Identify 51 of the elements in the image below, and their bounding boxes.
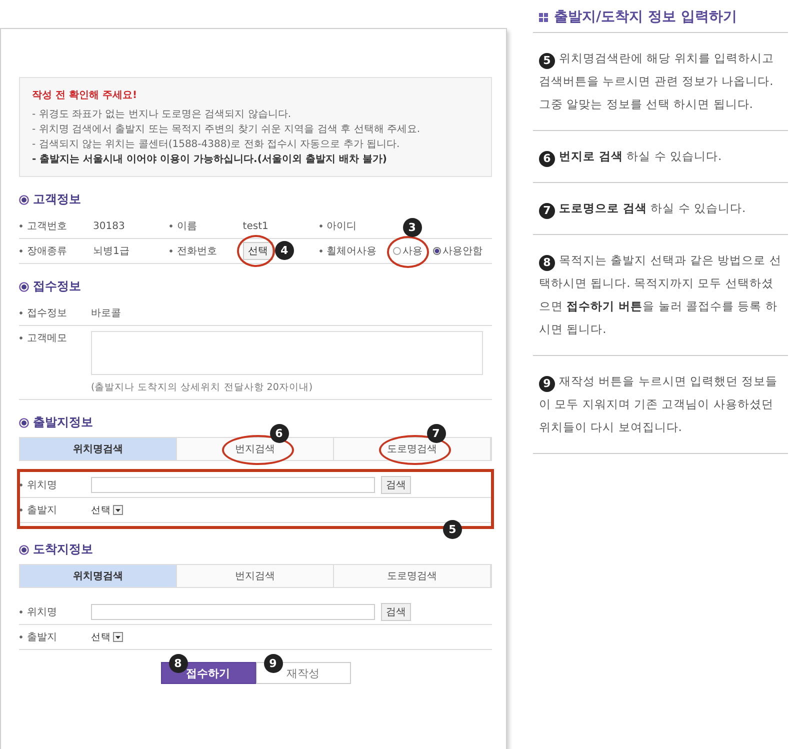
notice-line: - 검색되지 않는 위치는 콜센터(1588-4388)로 전화 접수시 자동으로 추가 됩니다. [32, 138, 401, 151]
search-tab[interactable]: 번지검색 [177, 438, 334, 460]
step-badge: 3 [402, 218, 422, 237]
select-dropdown[interactable]: 선택 [91, 630, 123, 644]
select-button[interactable]: 선택 [242, 242, 273, 260]
section-heading: 출발지정보 [33, 414, 93, 431]
step-description: 8 목적지는 출발지 선택과 같은 방법으로 선택하시면 됩니다. 목적지까지 모두 선택하셨으면 접수하기 버튼을 눌러 콜접수를 등록 하시면 됩니다. [539, 252, 782, 338]
step-description: 7 도로명으로 검색 하실 수 있습니다. [539, 197, 784, 220]
bullet-icon [19, 544, 29, 554]
memo-field[interactable] [91, 331, 483, 375]
input-field[interactable] [91, 477, 375, 493]
notice-line: - 위치명 검색에서 출발지 또는 목적지 주변의 찾기 쉬운 지역을 검색 후 선택해 주세요. [32, 123, 422, 136]
caret-icon [113, 632, 123, 642]
memo-hint: (출발지나 도착지의 상세위치 전달사항 20자이내) [91, 381, 314, 394]
caret-icon [113, 505, 123, 515]
radio-option[interactable]: 사용 [392, 244, 423, 258]
search-tab[interactable]: 위치명검색 [20, 438, 177, 460]
search-tab[interactable]: 위치명검색 [20, 565, 177, 587]
search-button[interactable]: 검색 [381, 476, 411, 494]
radio-option[interactable]: 사용안함 [432, 244, 483, 258]
select-dropdown[interactable]: 선택 [91, 504, 123, 516]
step-badge: 7 [426, 424, 446, 443]
highlight-circle [236, 235, 275, 267]
step-badge: 4 [274, 241, 294, 260]
step-description: 6 번지로 검색 하실 수 있습니다. [539, 145, 784, 168]
section-heading: 접수정보 [33, 278, 81, 295]
step-badge: 9 [264, 654, 282, 673]
bullet-icon [539, 12, 548, 22]
field-value: test1 [242, 220, 268, 232]
field-value: 30183 [93, 220, 125, 232]
input-field[interactable] [91, 604, 375, 620]
step-description: 5 위치명검색란에 해당 위치를 입력하시고 검색버튼을 누르시면 관련 정보가 나옵니다. 그중 알맞는 정보를 선택 하시면 됩니다. [539, 50, 775, 113]
bullet-icon [19, 282, 29, 292]
step-badge: 5 [443, 520, 462, 539]
field-value: 바로콜 [91, 307, 121, 320]
notice-line: - 위경도 좌표가 없는 번지나 도로명은 검색되지 않습니다. [32, 108, 292, 121]
step-badge: 8 [168, 654, 188, 673]
step-badge: 6 [270, 424, 288, 443]
search-button[interactable]: 검색 [381, 603, 411, 621]
search-tab[interactable]: 도로명검색 [334, 438, 491, 460]
section-heading: 고객정보 [33, 191, 81, 208]
bullet-icon [19, 194, 29, 204]
notice-line: - 출발지는 서울시내 이어야 이용이 가능하십니다.(서울이외 출발지 배차 불가) [32, 153, 388, 166]
field-value: 뇌병1급 [93, 245, 130, 258]
step-description: 9 재작성 버튼을 누르시면 입력했던 정보들이 모두 지워지며 기존 고객님이 사용하셨던 위치들이 다시 보여집니다. [539, 373, 779, 436]
bullet-icon [19, 418, 29, 428]
guide-title: 출발지/도착지 정보 입력하기 [554, 8, 737, 26]
search-tab[interactable]: 번지검색 [177, 565, 334, 587]
section-heading: 도착지정보 [33, 541, 93, 558]
search-tab[interactable]: 도로명검색 [334, 565, 491, 587]
notice-title: 작성 전 확인해 주세요! [32, 89, 138, 102]
